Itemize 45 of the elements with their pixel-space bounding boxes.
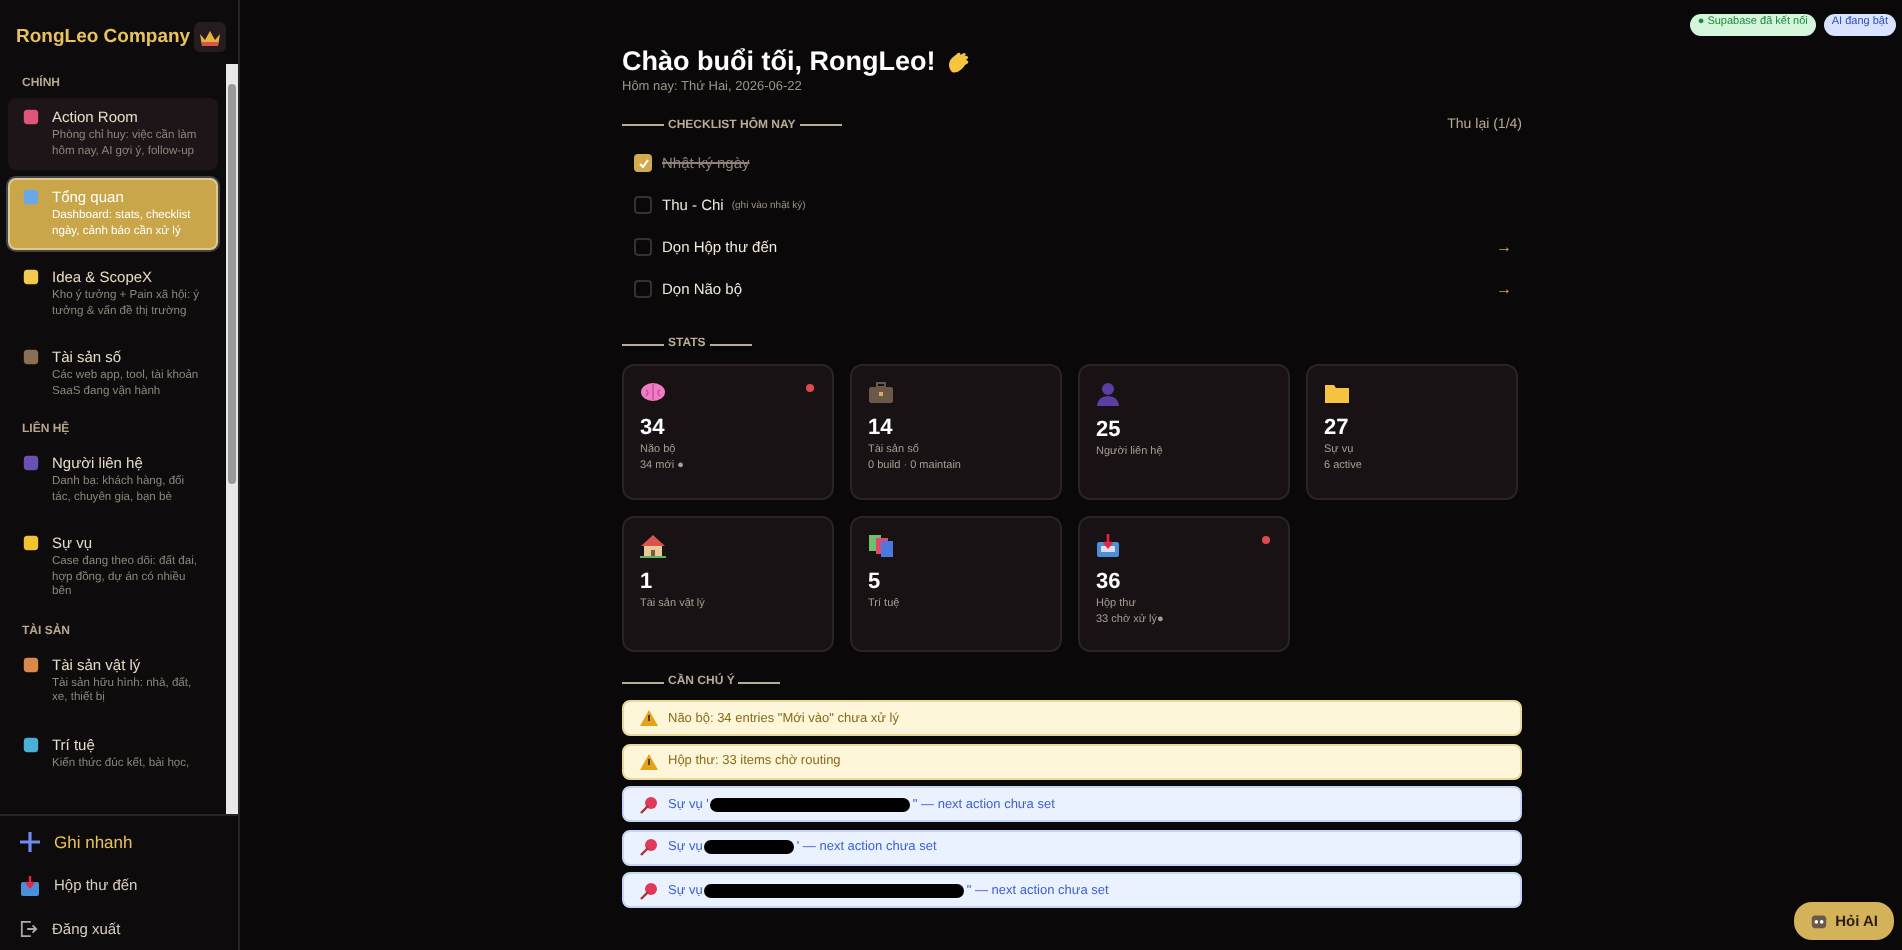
crown-button[interactable] (194, 22, 226, 52)
nav-icon (22, 268, 40, 287)
stat-value: 14 (868, 416, 895, 440)
stat-value: 5 (868, 570, 883, 594)
brand-title: RongLeo Company (16, 26, 191, 48)
nav-icon (22, 534, 40, 553)
stat-value: 25 (1096, 418, 1123, 442)
inbox-icon (20, 875, 40, 895)
brain-icon (640, 382, 666, 404)
briefcase-icon (868, 382, 894, 404)
stat-value: 34 (640, 416, 667, 440)
pushpin-icon (640, 881, 658, 899)
checkbox[interactable] (634, 196, 652, 214)
redaction-mark (704, 840, 795, 854)
go-arrow[interactable]: → (1496, 280, 1512, 298)
nav-icon (22, 348, 40, 367)
go-arrow[interactable]: → (1496, 238, 1512, 256)
inbox-icon (1096, 534, 1120, 558)
pushpin-icon (640, 838, 658, 856)
footer-link[interactable]: Ghi nhanh (20, 828, 222, 854)
person-icon (1096, 382, 1120, 406)
page-title: Chào buổi tối, RongLeo! (622, 46, 936, 76)
crown-icon (200, 29, 220, 45)
plus-icon (20, 831, 40, 851)
checkbox[interactable] (634, 238, 652, 256)
nav-icon (22, 454, 40, 473)
nav-icon (22, 735, 40, 754)
stat-value: 36 (1096, 570, 1123, 594)
pushpin-icon (640, 795, 658, 813)
logout-icon (20, 920, 38, 938)
warning-icon (640, 710, 658, 726)
warning-icon (640, 753, 658, 769)
scrollbar[interactable] (226, 64, 238, 814)
nav-icon (22, 188, 40, 207)
checkbox[interactable] (634, 154, 652, 172)
nav-icon (22, 108, 40, 126)
robot-icon (1809, 912, 1828, 930)
waving-hand-icon (945, 49, 970, 73)
stat-value: 27 (1324, 416, 1351, 440)
stat-value: 1 (640, 570, 655, 594)
folder-icon (1324, 382, 1350, 404)
house-icon (640, 534, 666, 558)
checkbox[interactable] (634, 280, 652, 298)
nav-icon (22, 655, 40, 674)
books-icon (868, 534, 894, 558)
